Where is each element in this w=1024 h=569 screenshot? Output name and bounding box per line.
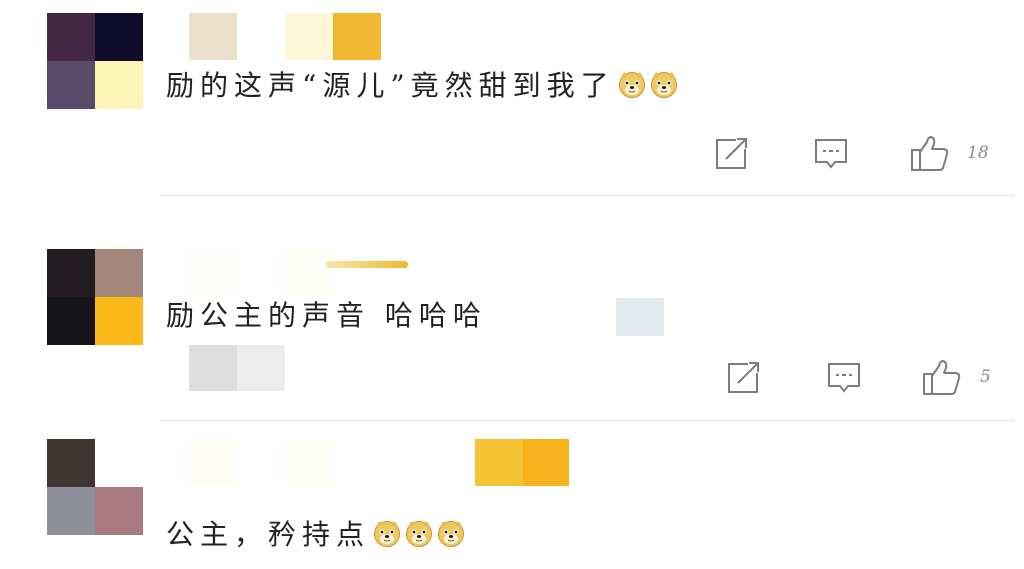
like-button[interactable] [922,357,962,397]
divider [160,420,1014,421]
avatar-pixel [47,249,95,297]
decorative-stroke [326,261,408,268]
doge-emoji-icon [372,518,402,548]
doge-emoji-icon [404,518,434,548]
thumbs-up-icon [923,360,961,395]
username-blurred[interactable] [189,249,381,296]
username-blurred[interactable] [189,13,381,60]
comment-text: 公主，矜持点 [166,513,466,553]
avatar[interactable] [47,249,143,345]
comment-icon [828,363,860,393]
comment-button[interactable] [824,357,864,397]
comment-actions: 18 [0,133,1024,173]
avatar-pixel [95,297,143,345]
comment-text: 励的这声“源儿”竟然甜到我了 [166,64,679,104]
blurred-block [616,298,664,336]
avatar-pixel [95,487,143,535]
avatar[interactable] [47,13,143,109]
share-button[interactable] [712,133,752,173]
doge-emoji-icon [617,69,647,99]
avatar-pixel [95,249,143,297]
username-blurred[interactable] [189,439,381,486]
avatar-pixel [47,13,95,61]
avatar-pixel [95,61,143,109]
like-count: 18 [967,143,989,163]
divider [160,195,1014,196]
share-icon [716,137,748,169]
avatar[interactable] [47,439,143,535]
avatar-pixel [47,487,95,535]
comment-actions: 5 [0,357,1024,397]
share-icon [728,361,760,393]
share-button[interactable] [724,357,764,397]
blurred-block [523,439,569,486]
doge-emoji-icon [436,518,466,548]
like-count: 5 [980,367,991,387]
avatar-pixel [47,61,95,109]
like-button[interactable] [910,133,950,173]
comment-text: 励公主的声音 哈哈哈 [166,299,487,332]
comment-button[interactable] [811,133,851,173]
doge-emoji-icon [649,69,679,99]
blurred-block [475,439,523,486]
avatar-pixel [95,13,143,61]
avatar-pixel [47,297,95,345]
avatar-pixel [47,439,95,487]
avatar-pixel [95,439,143,487]
comment-icon [815,139,847,169]
thumbs-up-icon [911,136,949,171]
